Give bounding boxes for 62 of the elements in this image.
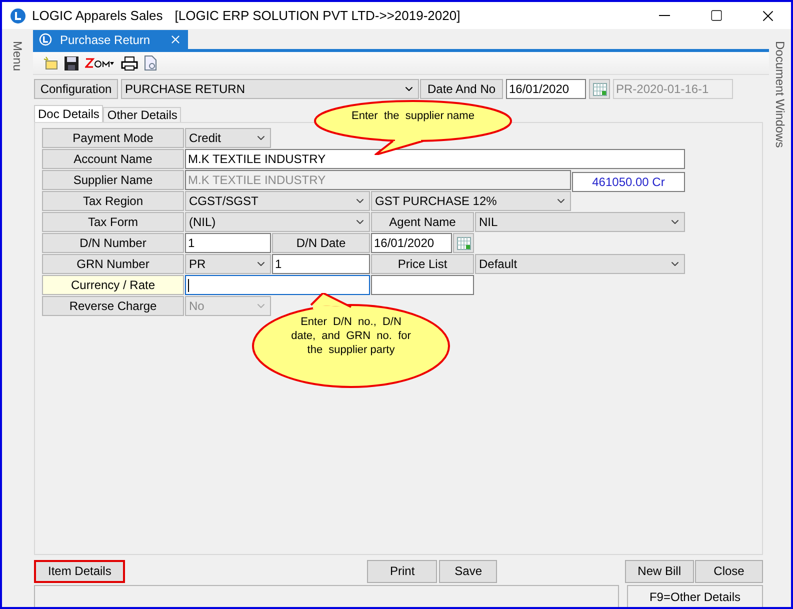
input-field[interactable]: [371, 275, 474, 295]
printer-icon[interactable]: [121, 56, 138, 70]
balance-amount: 461050.00 Cr: [572, 172, 685, 192]
field-label: Configuration: [34, 79, 118, 99]
text-cursor: [188, 278, 189, 292]
close-icon[interactable]: [169, 33, 182, 46]
date-field[interactable]: 16/01/2020: [371, 233, 452, 253]
app-logo-icon: [10, 8, 26, 24]
app-logo-icon: [39, 33, 52, 46]
field-label: D/N Number: [42, 233, 184, 253]
dropdown[interactable]: Credit: [185, 128, 271, 148]
document-tab[interactable]: Purchase Return: [33, 30, 188, 49]
calendar-icon: [592, 82, 606, 96]
field-label: Price List: [371, 254, 474, 274]
date-field[interactable]: 16/01/2020: [506, 79, 586, 99]
dropdown[interactable]: CGST/SGST: [185, 191, 370, 211]
callout-text: Enter the supplier name: [350, 109, 476, 123]
field-label: Supplier Name: [42, 170, 184, 190]
action-button[interactable]: Close: [695, 560, 763, 582]
maximize-icon: [710, 9, 722, 22]
menu-panel-tab[interactable]: Menu: [10, 41, 24, 72]
status-hint: F9=Other Details: [627, 585, 763, 607]
calendar-icon: [456, 236, 470, 250]
tab[interactable]: Other Details: [103, 107, 182, 122]
field-label: Tax Region: [42, 191, 184, 211]
tab-title: Purchase Return: [60, 32, 152, 46]
field-label: Account Name: [42, 149, 184, 169]
input-field[interactable]: 1: [185, 233, 271, 253]
dropdown[interactable]: PURCHASE RETURN: [121, 79, 419, 99]
input-field[interactable]: [185, 275, 370, 295]
field-label: Payment Mode: [42, 128, 184, 148]
field-label: Currency / Rate: [42, 275, 184, 295]
action-button[interactable]: New Bill: [624, 560, 694, 582]
calendar-button[interactable]: [453, 233, 474, 253]
dropdown[interactable]: PR: [185, 254, 271, 274]
save-icon[interactable]: [64, 56, 79, 70]
callout-text: Enter D/N no., D/N date, and GRN no. for the supplier party: [291, 315, 411, 357]
action-button[interactable]: Save: [439, 560, 498, 582]
field-label: D/N Date: [272, 233, 370, 253]
action-button[interactable]: Item Details: [34, 560, 126, 582]
number-field: PR-2020-01-16-1: [613, 79, 733, 99]
dropdown[interactable]: Default: [475, 254, 685, 274]
document-preview-icon[interactable]: [144, 55, 157, 71]
field-label: Agent Name: [371, 212, 474, 232]
field-label: GRN Number: [42, 254, 184, 274]
zoom-icon[interactable]: [85, 57, 115, 69]
minimize-icon: [658, 15, 670, 16]
dropdown[interactable]: (NIL): [185, 212, 370, 232]
tab[interactable]: Doc Details: [34, 105, 104, 122]
calendar-button[interactable]: [589, 79, 610, 99]
new-document-icon[interactable]: [43, 56, 58, 70]
window-subtitle: [LOGIC ERP SOLUTION PVT LTD->>2019-2020]: [174, 8, 460, 23]
input-field[interactable]: 1: [272, 254, 370, 274]
window-title: LOGIC Apparels Sales: [32, 8, 163, 23]
field-label: Tax Form: [42, 212, 184, 232]
dropdown[interactable]: NIL: [475, 212, 685, 232]
dropdown[interactable]: GST PURCHASE 12%: [371, 191, 571, 211]
action-button[interactable]: Print: [367, 560, 438, 582]
document-windows-panel-tab[interactable]: Document Windows: [773, 41, 787, 148]
field-label: Reverse Charge: [42, 296, 184, 316]
field-label: Date And No: [420, 79, 503, 99]
input-field[interactable]: M.K TEXTILE INDUSTRY: [185, 149, 685, 169]
